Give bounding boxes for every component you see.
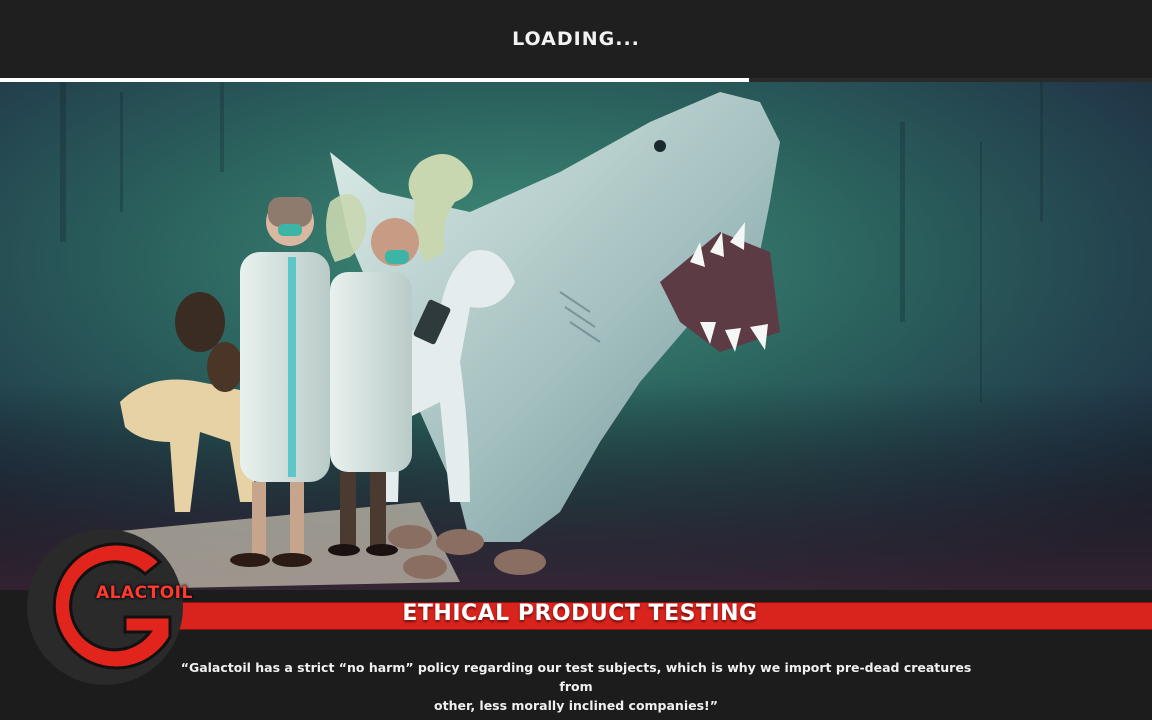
loading-tip-quote-line: other, less morally inclined companies!” <box>434 698 718 713</box>
loading-tip-title: ETHICAL PRODUCT TESTING <box>402 601 758 626</box>
loading-header: LOADING... <box>0 0 1152 82</box>
loading-tip-quote-line: “Galactoil has a strict “no harm” policy… <box>180 660 972 694</box>
loading-tip-quote: “Galactoil has a strict “no harm” policy… <box>180 658 972 715</box>
logo-text: ALACTOIL <box>96 583 193 603</box>
loading-screen: LOADING... ALACTOIL ETHICAL PRODUCT TEST… <box>0 0 1152 720</box>
loading-label: LOADING... <box>512 28 640 50</box>
